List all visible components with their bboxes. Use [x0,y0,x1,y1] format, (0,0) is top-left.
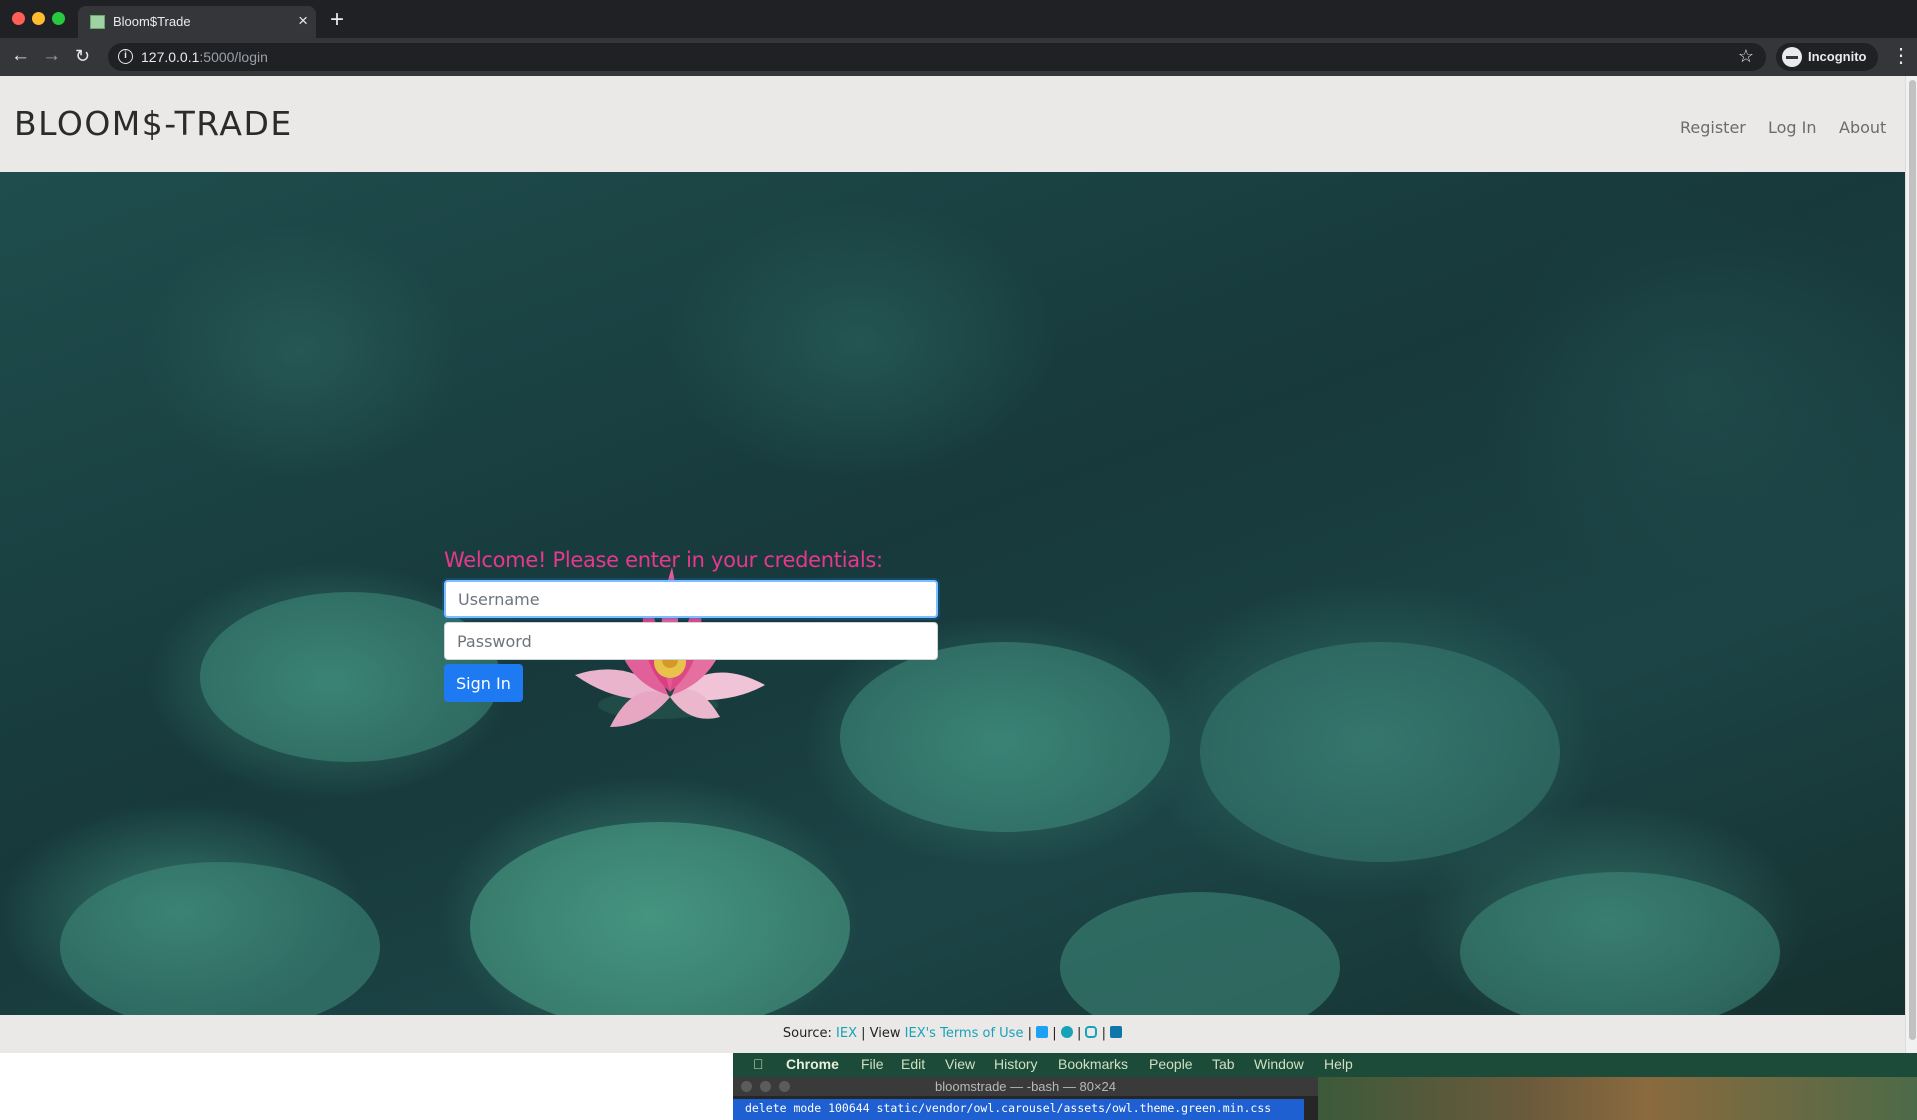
terminal-zoom-button[interactable] [779,1081,790,1092]
browser-menu-icon[interactable]: ⋮ [1891,44,1911,68]
twitter-icon[interactable] [1036,1026,1049,1038]
lily-pad [470,822,850,1015]
sign-in-button[interactable]: Sign In [444,664,523,702]
facebook-icon[interactable] [1060,1026,1073,1038]
site-header: BLOOM$-TRADE Register Log In About [0,76,1905,172]
footer-separator: | [1076,1026,1082,1041]
tab-close-icon[interactable]: × [298,11,308,31]
url-text[interactable]: 127.0.0.1:5000/login [141,49,268,65]
nav-login-link[interactable]: Log In [1768,118,1817,137]
new-tab-icon[interactable]: + [330,6,344,34]
terminal-minimize-button[interactable] [760,1081,771,1092]
scrollbar-thumb[interactable] [1909,80,1916,1040]
minimize-window-button[interactable] [32,12,45,25]
site-info-icon[interactable]: i [118,49,133,64]
menubar-tab[interactable]: Tab [1212,1056,1235,1072]
site-footer: Source: IEX | View IEX's Terms of Use | … [0,1015,1905,1053]
nav-about-link[interactable]: About [1839,118,1886,137]
browser-tab[interactable]: Bloom$Trade × [78,6,316,38]
footer-source-label: Source: [782,1026,832,1041]
iex-link[interactable]: IEX [836,1026,857,1041]
terminal-window[interactable]: bloomstrade — -bash — 80×24 delete mode … [733,1077,1318,1120]
lily-pad [1200,642,1560,862]
terminal-close-button[interactable] [741,1081,752,1092]
incognito-label: Incognito [1808,49,1867,64]
footer-separator: | [1101,1026,1106,1041]
mac-menubar:  Chrome File Edit View History Bookmark… [733,1053,1917,1077]
incognito-icon [1782,47,1802,67]
hero-background: Welcome! Please enter in your credential… [0,172,1905,1015]
nav-register-link[interactable]: Register [1680,118,1746,137]
back-arrow-icon[interactable]: ← [11,45,30,67]
browser-tab-bar: Bloom$Trade × + [0,0,1917,38]
menubar-app-name[interactable]: Chrome [786,1056,839,1072]
apple-menu-icon[interactable]:  [753,1056,764,1072]
url-host: 127.0.0.1 [141,49,200,65]
instagram-icon[interactable] [1085,1026,1098,1038]
incognito-badge[interactable]: Incognito [1776,43,1878,71]
desktop-blank-area [0,1053,733,1120]
page-scrollbar[interactable] [1905,76,1917,1053]
lily-pad [1460,872,1780,1015]
menubar-help[interactable]: Help [1324,1056,1353,1072]
lily-pad [1060,892,1340,1015]
desktop-wallpaper [1318,1077,1917,1120]
url-path: :5000/login [199,49,268,65]
favicon-icon [90,15,105,29]
tab-title: Bloom$Trade [113,14,191,29]
linkedin-icon[interactable] [1110,1026,1123,1038]
username-input[interactable] [444,580,938,618]
menubar-file[interactable]: File [861,1056,884,1072]
address-bar[interactable]: i 127.0.0.1:5000/login ☆ [108,43,1766,71]
menubar-bookmarks[interactable]: Bookmarks [1058,1056,1128,1072]
footer-separator: | [1027,1026,1032,1041]
footer-separator: | [1052,1026,1057,1041]
reload-icon[interactable]: ↻ [75,45,90,67]
menubar-view[interactable]: View [945,1056,975,1072]
bookmark-star-icon[interactable]: ☆ [1738,46,1754,67]
menubar-people[interactable]: People [1149,1056,1193,1072]
menubar-history[interactable]: History [994,1056,1038,1072]
terminal-output-line: delete mode 100644 static/vendor/owl.car… [733,1099,1304,1120]
terminal-title-bar[interactable]: bloomstrade — -bash — 80×24 [733,1077,1318,1096]
web-page: BLOOM$-TRADE Register Log In About Welco… [0,76,1905,1053]
login-form: Welcome! Please enter in your credential… [444,548,938,702]
footer-view-label: | View [861,1026,901,1041]
forward-arrow-icon[interactable]: → [42,45,61,67]
browser-toolbar: ← → ↻ i 127.0.0.1:5000/login ☆ Incognito… [0,38,1917,76]
iex-terms-link[interactable]: IEX's Terms of Use [905,1026,1024,1041]
login-heading: Welcome! Please enter in your credential… [444,548,883,572]
password-input[interactable] [444,622,938,660]
terminal-title: bloomstrade — -bash — 80×24 [934,1079,1117,1094]
menubar-window[interactable]: Window [1254,1056,1304,1072]
site-brand[interactable]: BLOOM$-TRADE [14,104,293,143]
menubar-edit[interactable]: Edit [901,1056,925,1072]
close-window-button[interactable] [12,12,25,25]
lily-pad [60,862,380,1015]
maximize-window-button[interactable] [52,12,65,25]
